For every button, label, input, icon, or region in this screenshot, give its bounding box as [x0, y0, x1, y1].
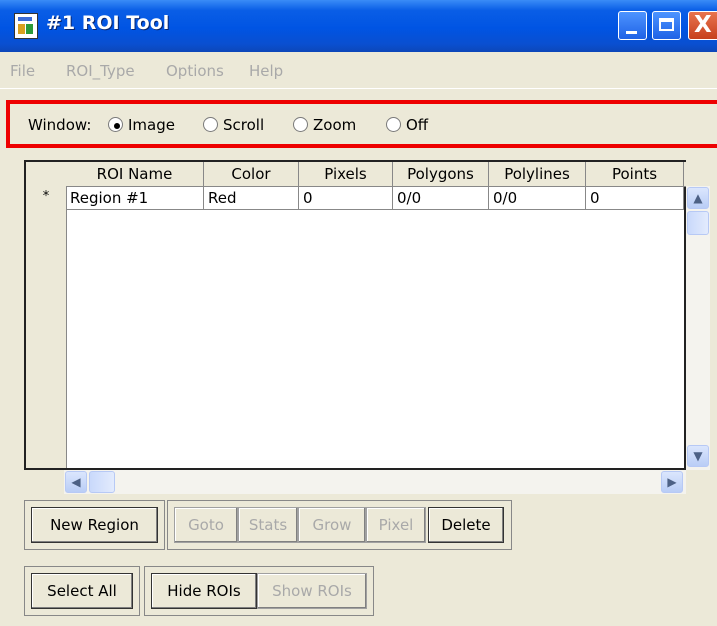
- radio-off-label: Off: [406, 116, 429, 134]
- minimize-button[interactable]: [618, 11, 647, 40]
- radio-image-circle: [108, 117, 123, 132]
- cell-polylines[interactable]: 0/0: [489, 186, 586, 210]
- cell-pixels[interactable]: 0: [299, 186, 393, 210]
- window-label: Window:: [28, 116, 92, 134]
- new-region-group: New Region: [24, 500, 165, 550]
- header-color[interactable]: Color: [204, 162, 299, 186]
- cell-roi-name[interactable]: Region #1: [66, 186, 204, 210]
- maximize-icon: [659, 18, 674, 31]
- radio-zoom-label: Zoom: [313, 116, 357, 134]
- show-rois-button[interactable]: Show ROIs: [257, 573, 367, 609]
- new-region-button[interactable]: New Region: [31, 507, 158, 543]
- table-row[interactable]: Region #1 Red 0 0/0 0/0 0: [66, 186, 686, 210]
- close-button[interactable]: X: [688, 11, 717, 40]
- roi-visibility-group: Hide ROIs Show ROIs: [144, 566, 374, 616]
- minimize-icon: [626, 31, 637, 34]
- select-all-button[interactable]: Select All: [31, 573, 133, 609]
- menu-bar: File ROI_Type Options Help: [0, 52, 717, 89]
- scroll-right-icon[interactable]: ▶: [661, 471, 683, 493]
- radio-scroll-label: Scroll: [223, 116, 265, 134]
- maximize-button[interactable]: [652, 11, 681, 40]
- roi-tool-window: #1 ROI Tool X File ROI_Type Options Help…: [0, 0, 717, 626]
- scroll-up-icon[interactable]: ▲: [687, 187, 709, 209]
- radio-scroll-circle: [203, 117, 218, 132]
- horizontal-scroll-thumb[interactable]: [89, 471, 115, 493]
- cell-points[interactable]: 0: [586, 186, 684, 210]
- menu-roi-type[interactable]: ROI_Type: [66, 62, 135, 80]
- header-polygons[interactable]: Polygons: [393, 162, 489, 186]
- grow-button[interactable]: Grow: [298, 507, 366, 543]
- row-header-column: *: [26, 162, 67, 468]
- header-pixels[interactable]: Pixels: [299, 162, 393, 186]
- cell-polygons[interactable]: 0/0: [393, 186, 489, 210]
- scroll-left-icon[interactable]: ◀: [65, 471, 87, 493]
- roi-table: * ROI Name Color Pixels Polygons Polylin…: [24, 160, 686, 470]
- region-actions-group: Goto Stats Grow Pixel Delete: [167, 500, 512, 550]
- table-header: ROI Name Color Pixels Polygons Polylines…: [66, 162, 686, 187]
- header-points[interactable]: Points: [586, 162, 684, 186]
- window-selector: Window: Image Scroll Zoom Off: [0, 100, 717, 154]
- title-bar[interactable]: #1 ROI Tool X: [0, 0, 717, 52]
- menu-options[interactable]: Options: [166, 62, 224, 80]
- row-marker[interactable]: *: [26, 186, 66, 208]
- radio-selected-dot: [114, 123, 120, 129]
- header-polylines[interactable]: Polylines: [489, 162, 586, 186]
- radio-zoom-circle: [293, 117, 308, 132]
- select-all-group: Select All: [24, 566, 140, 616]
- delete-button[interactable]: Delete: [428, 507, 504, 543]
- vertical-scrollbar[interactable]: ▲ ▼: [686, 186, 710, 470]
- radio-image-label: Image: [128, 116, 175, 134]
- window-title: #1 ROI Tool: [46, 12, 170, 34]
- horizontal-scrollbar[interactable]: ◀ ▶: [64, 470, 686, 494]
- hide-rois-button[interactable]: Hide ROIs: [151, 573, 257, 609]
- app-icon: [14, 13, 38, 39]
- vertical-scroll-thumb[interactable]: [687, 211, 709, 235]
- menu-help[interactable]: Help: [249, 62, 283, 80]
- stats-button[interactable]: Stats: [238, 507, 298, 543]
- close-icon: X: [694, 12, 712, 38]
- menu-file[interactable]: File: [10, 62, 35, 80]
- header-roi-name[interactable]: ROI Name: [66, 162, 204, 186]
- cell-color[interactable]: Red: [204, 186, 299, 210]
- radio-off-circle: [386, 117, 401, 132]
- pixel-button[interactable]: Pixel: [366, 507, 426, 543]
- goto-button[interactable]: Goto: [174, 507, 238, 543]
- scroll-down-icon[interactable]: ▼: [687, 445, 709, 467]
